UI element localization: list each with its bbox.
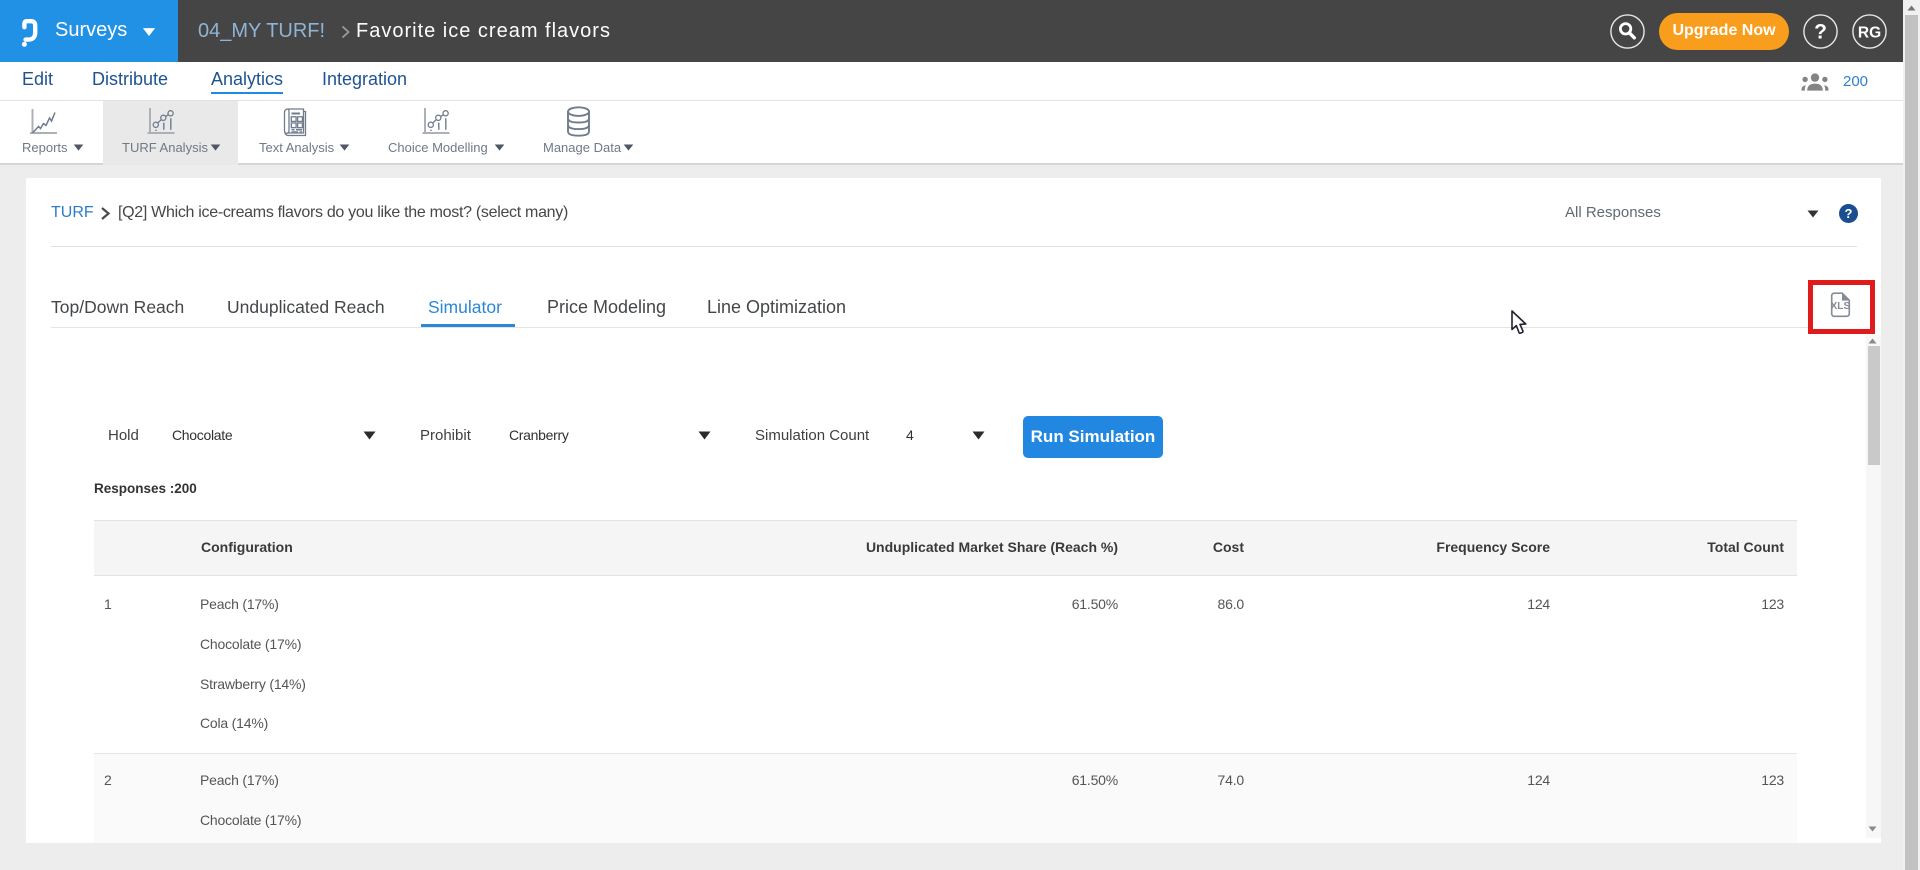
svg-text:?: ? <box>1814 21 1827 44</box>
svg-text:RG: RG <box>1858 25 1881 42</box>
svg-text:?: ? <box>1845 206 1853 221</box>
svg-text:XLS: XLS <box>1830 301 1850 312</box>
